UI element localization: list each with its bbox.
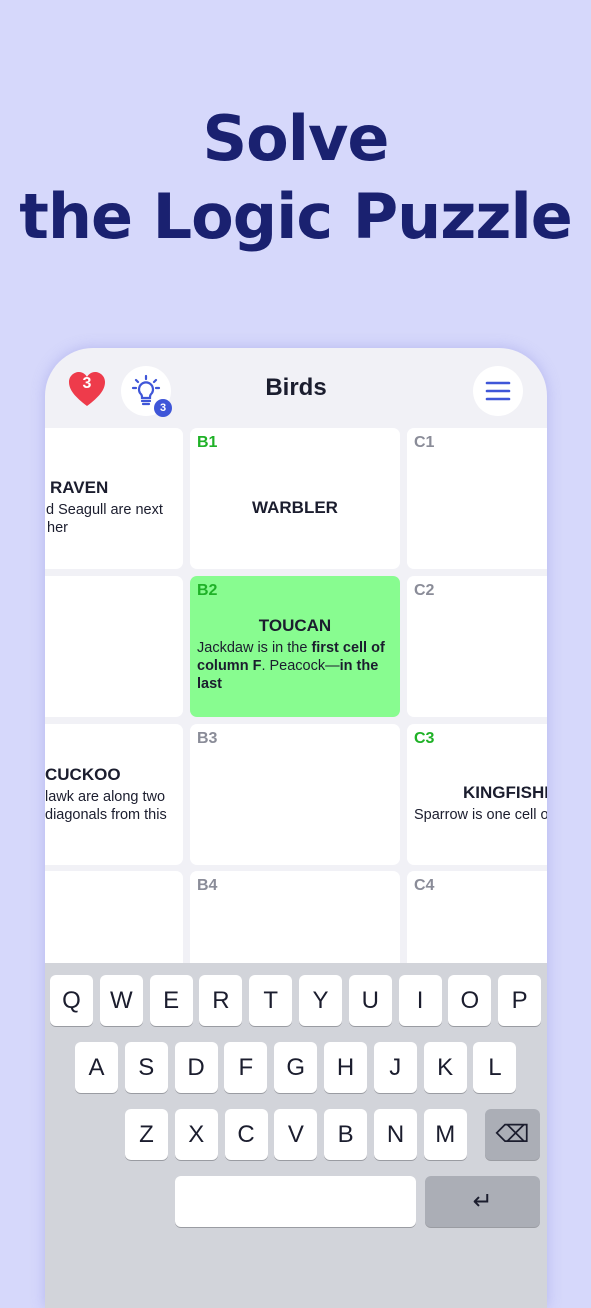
cell-label: B1 xyxy=(197,434,218,451)
cell-word: TOUCAN xyxy=(258,616,332,635)
menu-button[interactable] xyxy=(473,366,523,416)
key-h[interactable]: H xyxy=(324,1042,367,1093)
cell-a1[interactable]: RAVEN d Seagull are next her xyxy=(45,428,183,569)
key-z[interactable]: Z xyxy=(125,1109,168,1160)
cell-clue: Jackdaw is in the first cell of column F… xyxy=(197,640,385,692)
key-y[interactable]: Y xyxy=(299,975,342,1026)
hamburger-menu-icon xyxy=(485,381,511,401)
key-g[interactable]: G xyxy=(274,1042,318,1093)
space-key[interactable] xyxy=(175,1176,416,1227)
cell-a3[interactable]: CUCKOO lawk are along two diagonals from… xyxy=(45,724,183,865)
cell-label: C1 xyxy=(414,434,435,451)
key-n[interactable]: N xyxy=(374,1109,417,1160)
backspace-key[interactable]: ⌫ xyxy=(485,1109,540,1160)
cell-a2[interactable] xyxy=(45,576,183,717)
cell-b2[interactable]: B2 TOUCAN Jackdaw is in the first cell o… xyxy=(190,576,400,717)
key-x[interactable]: X xyxy=(174,1109,218,1160)
key-b[interactable]: B xyxy=(324,1109,368,1160)
cell-c2[interactable]: C2 xyxy=(407,576,547,717)
phone-screen: 3 3 Birds RAVEN d Seagull are next her C… xyxy=(45,348,547,1308)
cell-label: C3 xyxy=(414,730,435,747)
cell-label: C2 xyxy=(414,582,435,599)
headline-line-2: the Logic Puzzle xyxy=(19,180,573,253)
puzzle-title: Birds xyxy=(265,374,327,401)
cell-word: CUCKOO xyxy=(45,765,121,784)
key-s[interactable]: S xyxy=(124,1042,168,1093)
key-p[interactable]: P xyxy=(498,975,542,1026)
cell-label: B4 xyxy=(197,877,218,894)
headline-line-1: Solve xyxy=(202,102,390,175)
cell-clue: diagonals from this xyxy=(45,807,167,823)
cell-label: C4 xyxy=(414,877,435,894)
key-a[interactable]: A xyxy=(75,1042,118,1093)
key-w[interactable]: W xyxy=(99,975,143,1026)
enter-key[interactable]: ↵ xyxy=(425,1176,540,1227)
key-t[interactable]: T xyxy=(249,975,293,1026)
cell-b1[interactable]: B1 WARBLER xyxy=(190,428,400,569)
cell-clue: d Seagull are next xyxy=(46,502,163,518)
key-i[interactable]: I xyxy=(398,975,442,1026)
cell-label: B3 xyxy=(197,730,218,747)
cell-word: RAVEN xyxy=(50,478,109,497)
key-q[interactable]: Q xyxy=(50,975,93,1026)
cell-clue: lawk are along two xyxy=(45,789,166,805)
cell-c3[interactable]: C3 KINGFISHE Sparrow is one cell o xyxy=(407,724,547,865)
cell-clue: Sparrow is one cell o xyxy=(414,807,547,823)
cell-word: WARBLER xyxy=(252,498,338,517)
cell-c1[interactable]: C1 xyxy=(407,428,547,569)
key-v[interactable]: V xyxy=(274,1109,318,1160)
key-k[interactable]: K xyxy=(423,1042,467,1093)
key-o[interactable]: O xyxy=(448,975,492,1026)
key-f[interactable]: F xyxy=(224,1042,268,1093)
cell-word: KINGFISHE xyxy=(463,783,547,802)
headline: Solve the Logic Puzzle xyxy=(0,100,591,256)
cell-b3[interactable]: B3 xyxy=(190,724,400,865)
keyboard: Q W E R T Y U I O P A S D F G H J K L Z X C V B N M ⌫ ↵ xyxy=(45,963,547,1308)
key-e[interactable]: E xyxy=(149,975,193,1026)
cell-label: B2 xyxy=(197,582,218,599)
key-j[interactable]: J xyxy=(373,1042,417,1093)
key-m[interactable]: M xyxy=(423,1109,467,1160)
key-c[interactable]: C xyxy=(224,1109,268,1160)
key-d[interactable]: D xyxy=(174,1042,218,1093)
key-r[interactable]: R xyxy=(199,975,243,1026)
top-bar: 3 3 Birds xyxy=(45,348,547,428)
key-u[interactable]: U xyxy=(348,975,392,1026)
key-l[interactable]: L xyxy=(473,1042,517,1093)
cell-clue: her xyxy=(47,520,68,536)
